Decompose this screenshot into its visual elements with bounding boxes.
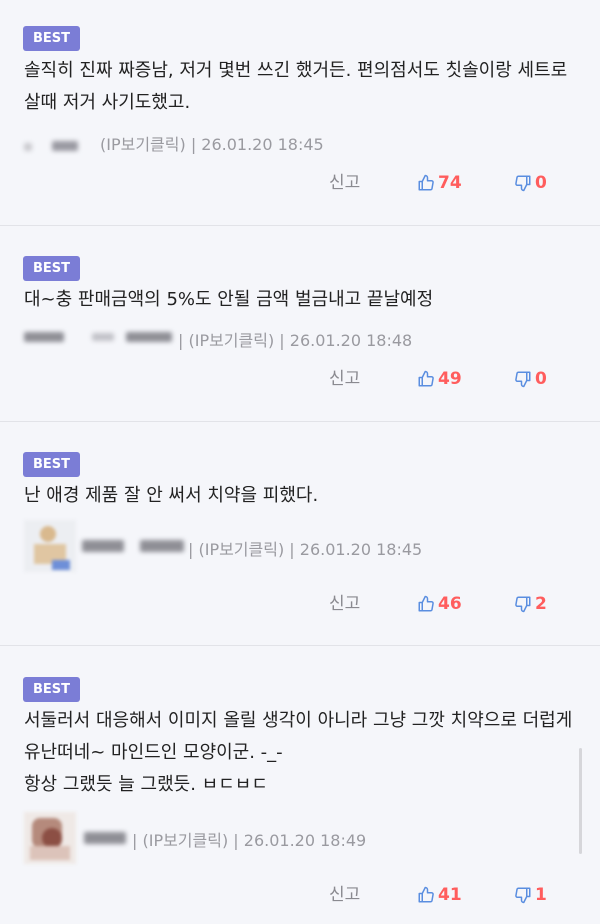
thumbs-up-icon [417, 595, 435, 613]
dislike-button[interactable]: 0 [514, 367, 547, 391]
comment-actions: 신고 46 2 [0, 592, 600, 616]
author-name-blurred [84, 832, 126, 844]
author-name-blurred [92, 333, 114, 341]
best-badge: BEST [23, 677, 80, 702]
like-count: 49 [438, 369, 462, 389]
author-name-blurred [24, 143, 32, 151]
author-name-blurred [126, 332, 172, 342]
best-badge: BEST [23, 452, 80, 477]
like-count: 46 [438, 594, 462, 614]
avatar [24, 812, 76, 864]
like-button[interactable]: 74 [417, 171, 462, 195]
scrollbar[interactable] [579, 748, 582, 854]
divider [0, 225, 600, 226]
comment-actions: 신고 41 1 [0, 883, 600, 907]
comment-actions: 신고 49 0 [0, 367, 600, 391]
comment-meta[interactable]: | (IP보기클릭) | 26.01.20 18:49 [132, 827, 366, 851]
thumbs-down-icon [514, 174, 532, 192]
thumbs-down-icon [514, 886, 532, 904]
like-count: 41 [438, 885, 462, 905]
dislike-count: 0 [535, 173, 547, 193]
comment-actions: 신고 74 0 [0, 171, 600, 195]
comment-meta[interactable]: | (IP보기클릭) | 26.01.20 18:48 [178, 327, 412, 351]
report-button[interactable]: 신고 [329, 171, 360, 195]
dislike-button[interactable]: 1 [514, 883, 547, 907]
dislike-count: 0 [535, 369, 547, 389]
like-button[interactable]: 49 [417, 367, 462, 391]
dislike-button[interactable]: 2 [514, 592, 547, 616]
comment-text: 솔직히 진짜 짜증남, 저거 몇번 쓰긴 했거든. 편의점서도 칫솔이랑 세트로… [24, 60, 568, 113]
best-badge: BEST [23, 256, 80, 281]
thumbs-up-icon [417, 886, 435, 904]
report-button[interactable]: 신고 [329, 883, 360, 907]
like-count: 74 [438, 173, 462, 193]
divider [0, 421, 600, 422]
comment-meta[interactable]: | (IP보기클릭) | 26.01.20 18:45 [188, 536, 422, 560]
report-button[interactable]: 신고 [329, 592, 360, 616]
dislike-count: 2 [535, 594, 547, 614]
comment-text: 서둘러서 대응해서 이미지 올릴 생각이 아니라 그냥 그깟 치약으로 더럽게 … [24, 710, 573, 795]
thumbs-up-icon [417, 370, 435, 388]
author-name-blurred [82, 540, 124, 552]
divider [0, 645, 600, 646]
thumbs-down-icon [514, 370, 532, 388]
author-name-blurred [140, 540, 184, 552]
thumbs-down-icon [514, 595, 532, 613]
avatar [24, 520, 76, 572]
like-button[interactable]: 46 [417, 592, 462, 616]
dislike-count: 1 [535, 885, 547, 905]
author-name-blurred [24, 332, 64, 342]
thumbs-up-icon [417, 174, 435, 192]
comment-meta[interactable]: (IP보기클릭) | 26.01.20 18:45 [100, 131, 324, 155]
best-badge: BEST [23, 26, 80, 51]
author-name-blurred [52, 141, 78, 151]
comment-text: 대~충 판매금액의 5%도 안될 금액 벌금내고 끝날예정 [24, 289, 434, 310]
comment-text: 난 애경 제품 잘 안 써서 치약을 피했다. [24, 485, 319, 506]
report-button[interactable]: 신고 [329, 367, 360, 391]
dislike-button[interactable]: 0 [514, 171, 547, 195]
like-button[interactable]: 41 [417, 883, 462, 907]
